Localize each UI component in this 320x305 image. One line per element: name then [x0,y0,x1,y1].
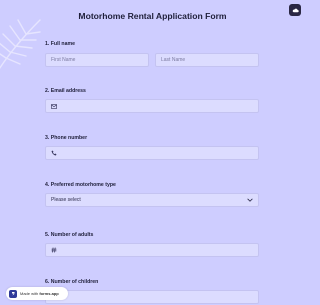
question-label: 2. Email address [45,88,86,94]
question-children: 6. Number of children [45,279,98,285]
question-label: 5. Number of adults [45,232,94,238]
question-label: 6. Number of children [45,279,99,285]
motorhome-type-select[interactable]: Please select [45,193,259,207]
phone-icon [51,150,57,156]
email-field[interactable] [45,99,259,113]
hashtag-icon [51,247,57,253]
question-label: 3. Phone number [45,135,88,141]
envelope-icon [51,103,57,109]
question-phone: 3. Phone number [45,135,87,141]
adults-number-input[interactable] [45,243,259,257]
first-name-placeholder: First Name [51,57,76,63]
badge-prefix: Made with [20,291,40,296]
question-label: 4. Preferred motorhome type [45,182,116,188]
question-full-name: 1. Full name [45,41,75,47]
select-value: Please select [51,197,81,203]
children-number-input[interactable] [45,290,259,304]
forms-app-logo-icon [9,289,17,298]
question-motorhome-type: 4. Preferred motorhome type [45,182,116,188]
last-name-placeholder: Last Name [161,57,186,63]
badge-text: Made with forms.app [20,291,59,296]
form-title: Motorhome Rental Application Form [78,11,227,21]
palm-leaf-decoration [0,19,41,70]
phone-field[interactable] [45,146,259,160]
badge-brand: forms.app [39,291,59,296]
question-email: 2. Email address [45,88,86,94]
chevron-down-icon [247,198,253,202]
question-label: 1. Full name [45,41,75,47]
first-name-input[interactable]: First Name [45,53,149,67]
made-with-badge[interactable]: Made with forms.app [6,287,68,300]
question-adults: 5. Number of adults [45,232,93,238]
last-name-input[interactable]: Last Name [155,53,259,67]
